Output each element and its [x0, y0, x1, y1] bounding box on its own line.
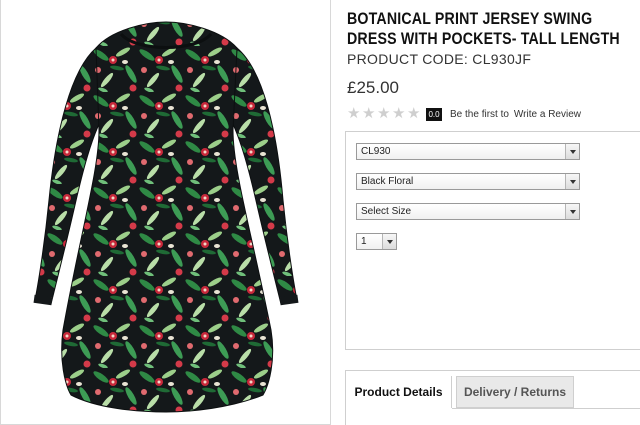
product-info-tabs: Product Details Delivery / Returns: [345, 370, 640, 425]
rating-score-badge: 0.0: [426, 107, 442, 121]
product-image-panel: [0, 0, 331, 425]
chevron-down-icon[interactable]: [565, 144, 579, 159]
product-title: BOTANICAL PRINT JERSEY SWING DRESS WITH …: [347, 9, 620, 49]
tab-delivery-returns[interactable]: Delivery / Returns: [456, 376, 574, 408]
product-price: £25.00: [347, 78, 399, 97]
star-icon: ★: [407, 105, 421, 122]
quantity-select[interactable]: 1: [356, 233, 397, 250]
product-title-line1: BOTANICAL PRINT JERSEY SWING: [347, 10, 593, 28]
rating-row: ★ ★ ★ ★ ★ 0.0 Be the first to Write a Re…: [347, 106, 581, 122]
star-icon: ★: [347, 105, 361, 122]
dress-image[interactable]: [1, 0, 332, 425]
size-select-value: Select Size: [361, 206, 412, 217]
write-review-link[interactable]: Write a Review: [514, 109, 581, 120]
quantity-select-value: 1: [361, 236, 367, 247]
colour-select[interactable]: Black Floral: [356, 173, 580, 190]
style-select-value: CL930: [361, 146, 391, 157]
colour-select-value: Black Floral: [361, 176, 414, 187]
star-icon: ★: [362, 105, 376, 122]
be-first-text: Be the first to: [450, 108, 509, 120]
style-select[interactable]: CL930: [356, 143, 580, 160]
size-select[interactable]: Select Size: [356, 203, 580, 220]
product-code: PRODUCT CODE: CL930JF: [347, 51, 532, 67]
star-icon: ★: [377, 105, 391, 122]
chevron-down-icon[interactable]: [565, 204, 579, 219]
product-title-line2: DRESS WITH POCKETS- TALL LENGTH: [347, 30, 620, 48]
active-tab-gap: [346, 408, 452, 409]
tab-product-details[interactable]: Product Details: [346, 376, 452, 408]
chevron-down-icon[interactable]: [565, 174, 579, 189]
rating-stars: ★ ★ ★ ★ ★: [347, 105, 421, 122]
options-panel: CL930 Black Floral Select Size 1: [345, 131, 640, 350]
chevron-down-icon[interactable]: [382, 234, 396, 249]
star-icon: ★: [392, 105, 406, 122]
